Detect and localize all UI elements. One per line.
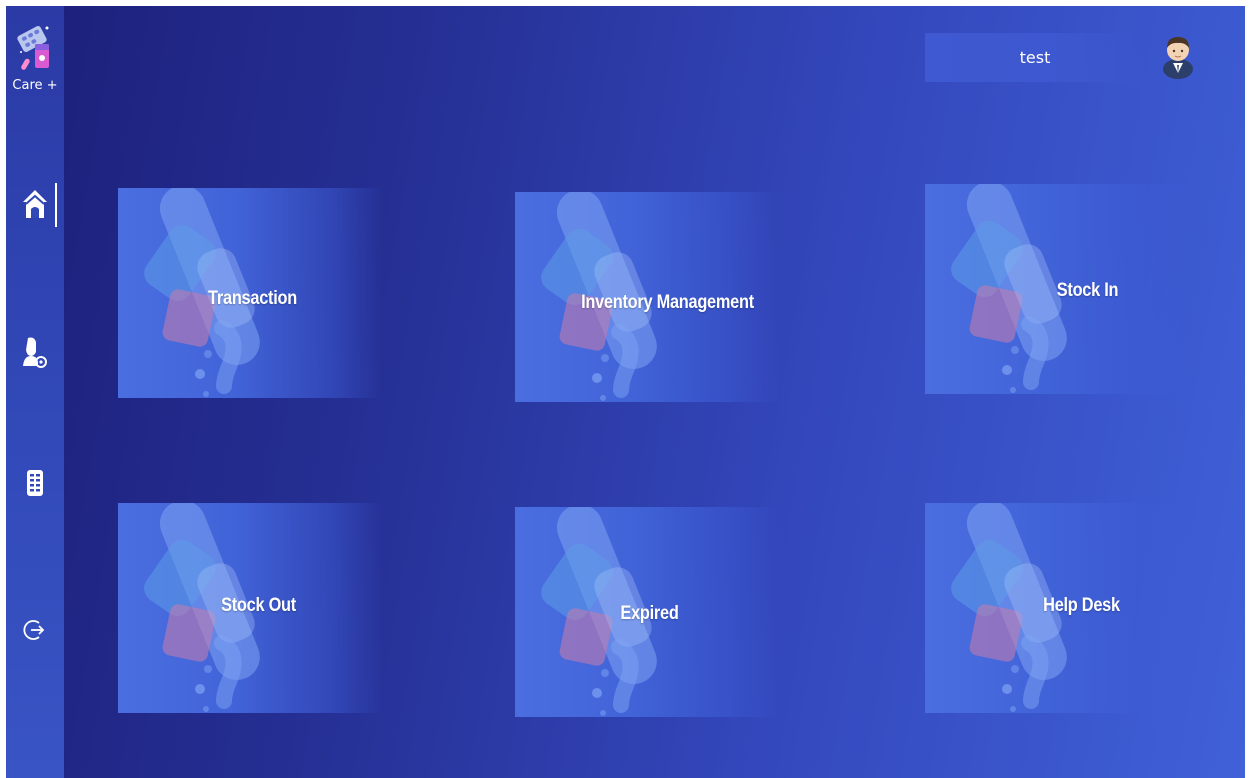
- username-text: test: [1019, 48, 1051, 67]
- card-label: Stock Out: [221, 595, 296, 616]
- app-window: Care + test Transaction Inventory Manage…: [6, 6, 1245, 778]
- card-label: Stock In: [1056, 280, 1119, 301]
- logout-icon: [23, 620, 45, 640]
- card-transaction[interactable]: Transaction: [118, 188, 383, 398]
- card-label: Expired: [620, 603, 679, 624]
- card-label: Transaction: [208, 288, 297, 309]
- brand[interactable]: Care +: [6, 22, 64, 93]
- card-help-desk[interactable]: Help Desk: [925, 503, 1190, 713]
- user-settings-icon: [23, 337, 47, 368]
- card-stock-out[interactable]: Stock Out: [118, 503, 383, 713]
- home-icon: [23, 190, 47, 218]
- card-inventory-management[interactable]: Inventory Management: [515, 192, 780, 402]
- sidebar-item-list[interactable]: [6, 453, 64, 513]
- active-indicator: [55, 183, 57, 227]
- sidebar: Care +: [6, 6, 64, 778]
- username-display[interactable]: test: [925, 33, 1145, 82]
- pill-blister-pack-icon: [17, 26, 49, 70]
- card-stock-in[interactable]: Stock In: [925, 184, 1190, 394]
- card-label: Inventory Management: [581, 292, 754, 313]
- brand-name: Care +: [12, 78, 58, 93]
- avatar-icon[interactable]: [1161, 33, 1195, 79]
- card-expired[interactable]: Expired: [515, 507, 780, 717]
- card-label: Help Desk: [1043, 595, 1120, 616]
- sidebar-item-home[interactable]: [6, 174, 64, 234]
- clipboard-list-icon: [27, 470, 43, 496]
- sidebar-item-users[interactable]: [6, 322, 64, 382]
- sidebar-item-logout[interactable]: [6, 600, 64, 660]
